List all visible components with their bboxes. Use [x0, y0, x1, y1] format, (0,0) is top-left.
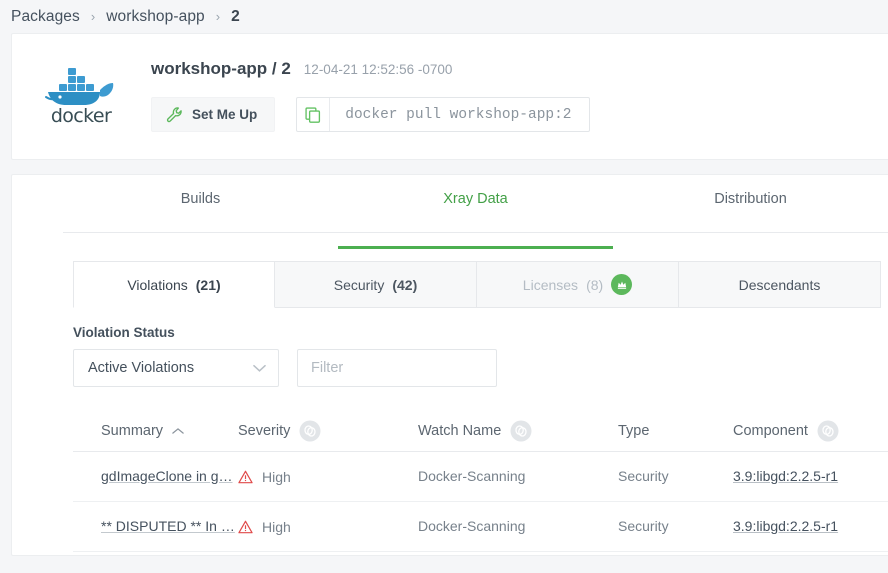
violation-status-label: Violation Status	[73, 325, 175, 340]
subtab-licenses-count: (8)	[586, 276, 604, 293]
tab-distribution[interactable]: Distribution	[613, 191, 888, 232]
cell-type: Security	[618, 517, 669, 534]
cell-watch-name: Docker-Scanning	[418, 517, 526, 534]
column-header-component[interactable]: Component	[733, 420, 888, 442]
column-label-severity: Severity	[238, 423, 291, 439]
column-label-summary: Summary	[101, 423, 164, 439]
breadcrumb: Packages › workshop-app › 2	[0, 0, 888, 33]
subtab-descendants[interactable]: Descendants	[679, 261, 881, 308]
warning-triangle-icon	[238, 520, 253, 533]
table-row[interactable]: ** DISPUTED ** In … High Docker-Scanning…	[73, 502, 888, 552]
violations-table: Summary Severity Watch Name Type Compone…	[73, 411, 888, 552]
violation-status-value: Active Violations	[88, 360, 195, 376]
set-me-up-button[interactable]: Set Me Up	[151, 97, 276, 132]
cell-severity: High	[238, 519, 418, 535]
subtab-security[interactable]: Security (42)	[275, 261, 477, 308]
breadcrumb-item-workshop-app[interactable]: workshop-app	[106, 8, 205, 26]
cell-severity: High	[238, 469, 418, 485]
package-timestamp: 12-04-21 12:52:56 -0700	[303, 62, 453, 77]
subtab-violations-count: (21)	[195, 276, 221, 293]
table-header-row: Summary Severity Watch Name Type Compone…	[73, 411, 888, 452]
tab-builds[interactable]: Builds	[63, 191, 338, 232]
column-label-component: Component	[733, 423, 808, 439]
crown-badge-icon	[611, 274, 633, 295]
cell-severity-label: High	[262, 518, 291, 535]
column-header-summary[interactable]: Summary	[101, 423, 238, 439]
subtab-security-count: (42)	[392, 276, 418, 293]
chevron-down-icon	[253, 364, 266, 372]
column-header-severity[interactable]: Severity	[238, 420, 418, 442]
xray-main-card: Builds Xray Data Distribution Violations…	[11, 174, 888, 556]
copy-icon	[305, 106, 321, 123]
violation-status-select[interactable]: Active Violations	[73, 349, 279, 387]
filter-icon[interactable]	[510, 420, 532, 442]
subtab-violations-label: Violations	[127, 276, 188, 293]
table-row[interactable]: gdImageClone in g… High Docker-Scanning …	[73, 452, 888, 502]
breadcrumb-separator: ›	[90, 9, 96, 24]
package-info: workshop-app / 2 12-04-21 12:52:56 -0700…	[151, 56, 590, 132]
subtab-licenses[interactable]: Licenses (8)	[477, 261, 679, 308]
subtab-security-label: Security	[333, 276, 385, 293]
filter-icon[interactable]	[299, 420, 321, 442]
column-label-type: Type	[618, 423, 650, 439]
docker-pull-command[interactable]: docker pull workshop-app:2	[330, 107, 588, 123]
cell-summary[interactable]: gdImageClone in g…	[101, 468, 233, 484]
subtab-violations[interactable]: Violations (21)	[73, 261, 275, 308]
column-label-watch-name: Watch Name	[418, 423, 502, 439]
subtab-descendants-label: Descendants	[738, 276, 821, 293]
breadcrumb-item-packages[interactable]: Packages	[11, 8, 80, 26]
filter-icon[interactable]	[817, 420, 839, 442]
cell-watch-name: Docker-Scanning	[418, 467, 526, 484]
breadcrumb-separator: ›	[215, 9, 221, 24]
cell-component[interactable]: 3.9:libgd:2.2.5-r1	[733, 518, 838, 534]
package-header-card: docker workshop-app / 2 12-04-21 12:52:5…	[11, 33, 888, 160]
cell-component[interactable]: 3.9:libgd:2.2.5-r1	[733, 468, 838, 484]
chevron-up-icon	[172, 428, 184, 434]
cell-summary[interactable]: ** DISPUTED ** In …	[101, 518, 235, 534]
subtab-licenses-label: Licenses	[522, 276, 579, 293]
docker-whale-icon	[45, 68, 114, 105]
package-title: workshop-app / 2	[151, 59, 291, 78]
cell-severity-label: High	[262, 468, 291, 485]
tab-xray-data[interactable]: Xray Data	[338, 191, 613, 249]
docker-wordmark: docker	[50, 105, 112, 127]
cell-type: Security	[618, 467, 669, 484]
warning-triangle-icon	[238, 470, 253, 483]
xray-sub-tabs: Violations (21) Security (42) Licenses (…	[73, 261, 888, 308]
set-me-up-label: Set Me Up	[192, 107, 258, 122]
breadcrumb-item-current: 2	[231, 7, 240, 25]
filter-input[interactable]	[297, 349, 497, 387]
wrench-icon	[166, 107, 182, 123]
copy-to-clipboard-button[interactable]	[297, 98, 331, 131]
column-header-type[interactable]: Type	[618, 423, 733, 439]
column-header-watch-name[interactable]: Watch Name	[418, 420, 618, 442]
filter-area: Violation Status Active Violations	[73, 325, 888, 387]
docker-pull-box: docker pull workshop-app:2	[296, 97, 590, 132]
main-tabs: Builds Xray Data Distribution	[63, 175, 888, 249]
docker-logo: docker	[38, 64, 124, 127]
